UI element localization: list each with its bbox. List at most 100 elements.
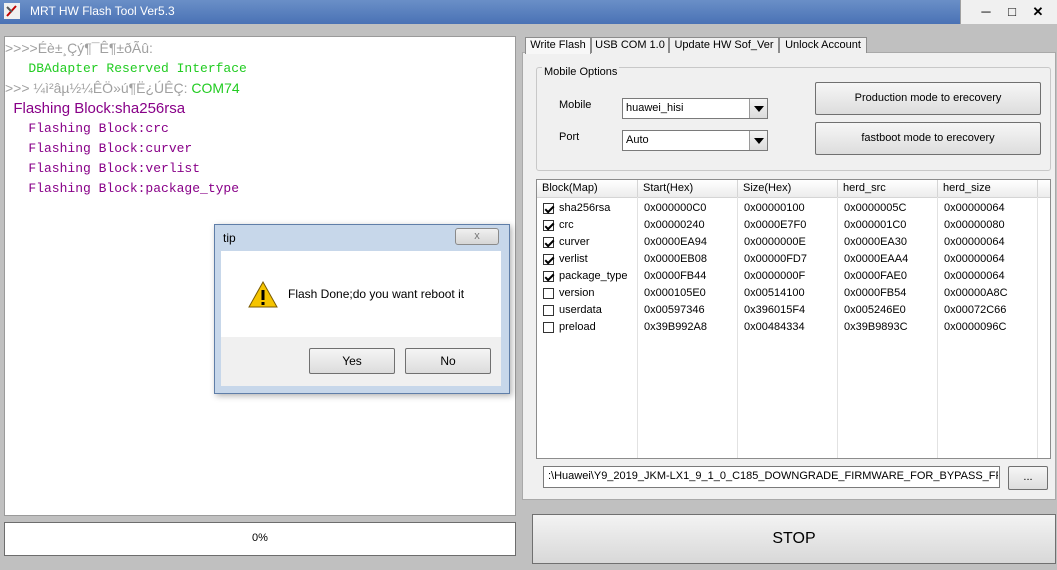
table-cell-size: 0x00000100 — [744, 202, 805, 214]
log-line: Flashing Block:package_type — [5, 181, 240, 196]
table-cell-src: 0x0000FB54 — [844, 287, 907, 299]
table-cell-hsize: 0x00000064 — [944, 270, 1005, 282]
table-cell-size: 0x00514100 — [744, 287, 805, 299]
column-header-herd-src[interactable]: herd_src — [838, 180, 938, 197]
table-row[interactable]: preload 0x39B992A8 0x00484334 0x39B9893C 0x0… — [537, 319, 1050, 336]
title-bar: MRT HW Flash Tool Ver5.3 ─ □ ✕ — [0, 0, 1057, 24]
table-row[interactable]: version 0x000105E0 0x00514100 0x0000FB54 0x0… — [537, 285, 1050, 302]
table-header: Block(Map) Start(Hex) Size(Hex) herd_src… — [537, 180, 1050, 198]
column-header-size[interactable]: Size(Hex) — [738, 180, 838, 197]
chevron-down-icon[interactable] — [749, 99, 767, 118]
progress-label: 0% — [252, 532, 268, 544]
table-cell-src: 0x39B9893C — [844, 321, 908, 333]
tab-unlock-account[interactable]: Unlock Account — [779, 37, 867, 53]
table-cell-start: 0x0000EA94 — [644, 236, 707, 248]
table-cell-src: 0x000001C0 — [844, 219, 907, 231]
table-cell-size: 0x396015F4 — [744, 304, 806, 316]
table-cell-src: 0x0000005C — [844, 202, 907, 214]
table-cell-size: 0x00000FD7 — [744, 253, 807, 265]
log-line: DBAdapter Reserved Interface — [5, 61, 247, 76]
tab-update-hw-sof-ver[interactable]: Update HW Sof_Ver — [669, 37, 779, 53]
firmware-path-field[interactable]: :\Huawei\Y9_2019_JKM-LX1_9_1_0_C185_DOWN… — [543, 466, 1000, 488]
table-cell-start: 0x000105E0 — [644, 287, 706, 299]
log-line: Flashing Block:sha256rsa — [5, 100, 186, 117]
log-line: Flashing Block:curver — [5, 141, 193, 156]
table-cell-hsize: 0x00000A8C — [944, 287, 1008, 299]
log-line: >>>>Éè±¸Çý¶¯Ê¶±ðÃû: — [5, 40, 153, 56]
table-row[interactable]: curver 0x0000EA94 0x0000000E 0x0000EA30 0x00… — [537, 234, 1050, 251]
table-cell-hsize: 0x00000080 — [944, 219, 1005, 231]
table-cell-block: verlist — [559, 253, 588, 265]
app-icon — [4, 3, 20, 19]
table-cell-hsize: 0x0000096C — [944, 321, 1007, 333]
production-to-erecovery-button[interactable]: Production mode to erecovery — [815, 82, 1041, 115]
port-label: Port — [559, 131, 580, 143]
table-cell-hsize: 0x00000064 — [944, 253, 1005, 265]
tab-usb-com[interactable]: USB COM 1.0 — [591, 37, 669, 53]
table-cell-size: 0x0000000E — [744, 236, 806, 248]
table-cell-block: curver — [559, 236, 590, 248]
table-cell-block: package_type — [559, 270, 628, 282]
table-cell-src: 0x0000FAE0 — [844, 270, 907, 282]
column-header-block[interactable]: Block(Map) — [537, 180, 638, 197]
table-cell-block: preload — [559, 321, 596, 333]
table-cell-start: 0x00597346 — [644, 304, 705, 316]
table-cell-src: 0x005246E0 — [844, 304, 906, 316]
port-select-value: Auto — [626, 134, 649, 146]
mobile-label: Mobile — [559, 99, 592, 111]
mobile-select-value: huawei_hisi — [626, 102, 684, 114]
maximize-button[interactable]: □ — [1003, 3, 1021, 21]
log-line: >>> ¼ì²âµ½¼ÊÖ»ú¶Ë¿ÚÊÇ: COM74 — [5, 80, 240, 96]
window-controls: ─ □ ✕ — [960, 0, 1057, 24]
mobile-select[interactable]: huawei_hisi — [622, 98, 768, 119]
table-cell-src: 0x0000EA30 — [844, 236, 907, 248]
table-cell-size: 0x00484334 — [744, 321, 805, 333]
table-cell-start: 0x000000C0 — [644, 202, 707, 214]
log-line: Flashing Block:verlist — [5, 161, 201, 176]
column-header-start[interactable]: Start(Hex) — [638, 180, 738, 197]
chevron-down-icon[interactable] — [749, 131, 767, 150]
log-line: Flashing Block:crc — [5, 121, 169, 136]
window-title: MRT HW Flash Tool Ver5.3 — [30, 4, 175, 18]
dialog-footer: Yes No — [221, 337, 501, 386]
warning-icon — [248, 281, 278, 308]
table-row[interactable]: userdata 0x00597346 0x396015F4 0x005246E0 0x… — [537, 302, 1050, 319]
yes-button[interactable]: Yes — [309, 348, 395, 374]
table-cell-block: sha256rsa — [559, 202, 611, 214]
dialog-close-button[interactable]: x — [455, 228, 499, 245]
tip-dialog: tip x Flash Done;do you want reboot it Y… — [214, 224, 510, 394]
minimize-button[interactable]: ─ — [977, 3, 995, 21]
close-button[interactable]: ✕ — [1029, 3, 1047, 21]
table-row[interactable]: sha256rsa 0x000000C0 0x00000100 0x0000005C 0… — [537, 200, 1050, 217]
table-cell-size: 0x0000E7F0 — [744, 219, 807, 231]
table-cell-block: userdata — [559, 304, 602, 316]
tab-write-flash[interactable]: Write Flash — [525, 37, 591, 54]
table-cell-hsize: 0x00000064 — [944, 202, 1005, 214]
progress-bar: 0% — [4, 522, 516, 556]
no-button[interactable]: No — [405, 348, 491, 374]
table-cell-start: 0x39B992A8 — [644, 321, 707, 333]
column-header-herd-size[interactable]: herd_size — [938, 180, 1038, 197]
table-cell-block: crc — [559, 219, 574, 231]
log-port: COM74 — [191, 80, 240, 96]
dialog-title: tip — [223, 231, 236, 245]
mobile-options-title: Mobile Options — [542, 66, 620, 78]
table-cell-start: 0x0000EB08 — [644, 253, 707, 265]
table-cell-start: 0x0000FB44 — [644, 270, 707, 282]
log-line-prefix: >>> ¼ì²âµ½¼ÊÖ»ú¶Ë¿ÚÊÇ: — [5, 80, 192, 96]
table-cell-hsize: 0x00072C66 — [944, 304, 1007, 316]
browse-button[interactable]: ... — [1008, 466, 1048, 490]
table-cell-block: version — [559, 287, 595, 299]
firmware-path-text: :\Huawei\Y9_2019_JKM-LX1_9_1_0_C185_DOWN… — [548, 470, 998, 482]
block-table[interactable]: Block(Map) Start(Hex) Size(Hex) herd_src… — [536, 179, 1051, 459]
table-row[interactable]: crc 0x00000240 0x0000E7F0 0x000001C0 0x00000… — [537, 217, 1050, 234]
fastboot-to-erecovery-button[interactable]: fastboot mode to erecovery — [815, 122, 1041, 155]
dialog-message: Flash Done;do you want reboot it — [288, 287, 465, 301]
table-cell-size: 0x0000000F — [744, 270, 806, 282]
dialog-body: Flash Done;do you want reboot it — [221, 251, 501, 337]
table-cell-src: 0x0000EAA4 — [844, 253, 909, 265]
table-row[interactable]: verlist 0x0000EB08 0x00000FD7 0x0000EAA4 0x0… — [537, 251, 1050, 268]
table-row[interactable]: package_type 0x0000FB44 0x0000000F 0x0000FA… — [537, 268, 1050, 285]
stop-button[interactable]: STOP — [532, 514, 1056, 564]
port-select[interactable]: Auto — [622, 130, 768, 151]
